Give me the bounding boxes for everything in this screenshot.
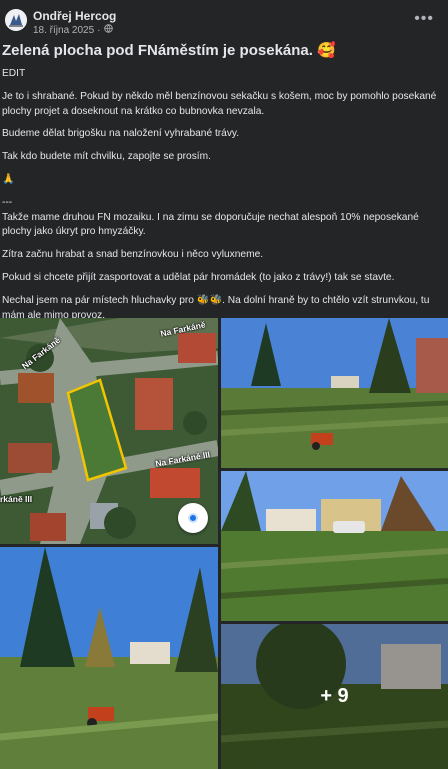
post-date[interactable]: 18. října 2025	[33, 25, 94, 36]
map-street-label: rkáně III	[0, 494, 33, 504]
photo-more[interactable]: + 9	[221, 624, 448, 769]
globe-icon	[103, 24, 113, 36]
body-paragraph: EDIT	[2, 68, 26, 79]
post-body: EDIT Je to i shrabané. Pokud by někdo mě…	[2, 67, 442, 346]
body-paragraph: Zítra začnu hrabat a snad benzínovkou i …	[2, 249, 264, 261]
photo-houses-car[interactable]	[221, 471, 448, 621]
post-header: Ondřej Hercog 18. října 2025 · •••	[0, 0, 448, 40]
location-icon[interactable]	[178, 503, 208, 533]
more-photos-overlay: + 9	[221, 624, 448, 769]
more-options-icon[interactable]: •••	[414, 10, 434, 28]
body-paragraph: Je to i shrabané. Pokud by někdo měl ben…	[2, 90, 437, 117]
photo-grid: Na Farkáně Na Farkáně Na Farkáně III rká…	[0, 318, 448, 769]
body-paragraph: Tak kdo budete mít chvilku, zapojte se p…	[2, 151, 211, 163]
avatar[interactable]	[5, 9, 27, 31]
body-paragraph: Pokud si chcete přijít zasportovat a udě…	[2, 271, 395, 283]
author-name[interactable]: Ondřej Hercog	[33, 9, 116, 23]
post-meta: 18. října 2025 ·	[33, 24, 113, 36]
photo-field-mower[interactable]	[221, 318, 448, 468]
photo-tree-mower[interactable]	[0, 547, 218, 769]
photo-map[interactable]: Na Farkáně Na Farkáně Na Farkáně III rká…	[0, 318, 218, 544]
body-paragraph: 🙏	[2, 173, 15, 185]
body-paragraph: Budeme dělat brigošku na naložení vyhrab…	[2, 128, 240, 140]
body-paragraph: ---	[2, 196, 13, 208]
body-paragraph: Takže mame druhou FN mozaiku. I na zimu …	[2, 211, 419, 238]
post-title: Zelená plocha pod FNáměstím je posekána.…	[2, 42, 336, 59]
